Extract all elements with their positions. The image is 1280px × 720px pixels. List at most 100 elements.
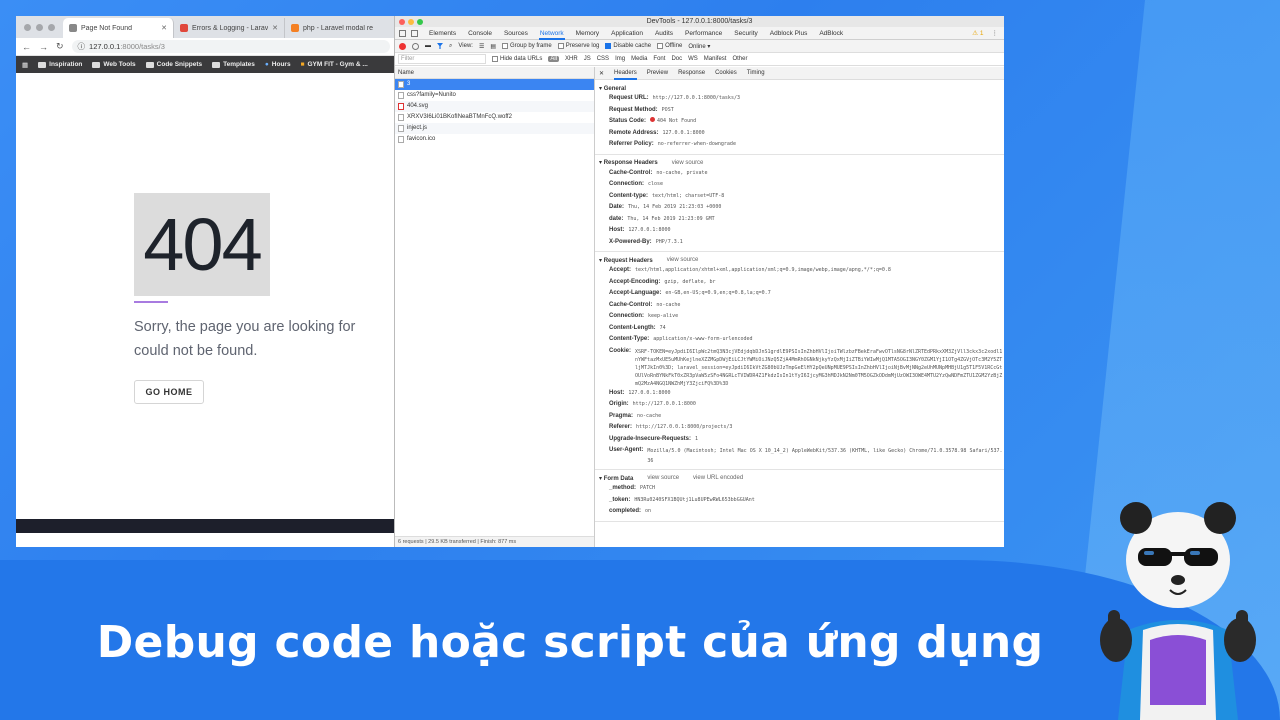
search-icon[interactable]: ⌕	[449, 43, 452, 50]
reload-icon[interactable]: ↻	[56, 41, 64, 52]
type-filter-manifest[interactable]: Manifest	[704, 56, 727, 62]
form-data-section: ▾ Form Data view source view URL encoded _…	[595, 470, 1004, 522]
devtools-title: DevTools - 127.0.0.1:8000/tasks/3	[646, 18, 753, 25]
close-icon[interactable]: ✕	[272, 24, 278, 32]
type-filter-ws[interactable]: WS	[688, 56, 698, 62]
details-tabs: ✕ Headers Preview Response Cookies Timin…	[595, 67, 1004, 80]
panel-sources[interactable]: Sources	[503, 27, 529, 40]
devtools-titlebar: DevTools - 127.0.0.1:8000/tasks/3	[395, 16, 1004, 27]
bookmark-inspiration[interactable]: Inspiration	[38, 61, 82, 68]
tab-php-laravel[interactable]: php - Laravel modal re	[285, 18, 396, 38]
panel-adblock[interactable]: AdBlock	[818, 27, 844, 40]
request-row[interactable]: 3	[395, 79, 594, 90]
tab-preview[interactable]: Preview	[647, 67, 668, 80]
headline-caption: Debug code hoặc script của ứng dụng	[96, 617, 1044, 668]
request-row[interactable]: css?family=Nunito	[395, 90, 594, 101]
request-row[interactable]: 404.svg	[395, 101, 594, 112]
disable-cache-checkbox[interactable]: Disable cache	[605, 43, 651, 49]
tab-headers[interactable]: Headers	[614, 67, 637, 80]
type-filter-all[interactable]: All	[548, 56, 560, 62]
group-by-frame-checkbox[interactable]: Group by frame	[502, 43, 552, 49]
general-section: ▾ General Request URL: http://127.0.0.1:8…	[595, 80, 1004, 155]
panel-elements[interactable]: Elements	[428, 27, 457, 40]
device-toggle-icon[interactable]	[411, 29, 418, 37]
tab-page-not-found[interactable]: Page Not Found ✕	[63, 18, 174, 38]
network-summary: 6 requests | 29.5 KB transferred | Finis…	[395, 536, 594, 547]
tab-response[interactable]: Response	[678, 67, 705, 80]
section-toggle[interactable]: ▾ Response Headers view source	[599, 158, 1004, 168]
panel-adblock-plus[interactable]: Adblock Plus	[769, 27, 809, 40]
clear-icon[interactable]	[412, 42, 419, 50]
panel-memory[interactable]: Memory	[575, 27, 600, 40]
list-view-icon[interactable]: ☰	[479, 43, 484, 50]
filter-icon[interactable]	[437, 43, 443, 49]
tab-errors-logging[interactable]: Errors & Logging - Laravel - Th ✕	[174, 18, 285, 38]
tab-favicon	[291, 24, 299, 32]
offline-checkbox[interactable]: Offline	[657, 43, 682, 49]
view-url-encoded-link[interactable]: view URL encoded	[693, 475, 743, 481]
request-row[interactable]: favicon.ico	[395, 134, 594, 145]
view-source-link[interactable]: view source	[672, 160, 704, 166]
view-source-link[interactable]: view source	[667, 257, 699, 263]
forward-icon[interactable]: →	[39, 42, 48, 52]
more-icon[interactable]: ⋮	[992, 29, 999, 37]
header-row: Content-Type: application/x-www-form-urle…	[609, 336, 753, 342]
panel-audits[interactable]: Audits	[654, 27, 674, 40]
folder-icon	[212, 61, 221, 68]
tab-bar: Page Not Found ✕ Errors & Logging - Lara…	[16, 16, 396, 38]
gym-icon: ■	[300, 61, 305, 68]
close-icon[interactable]: ✕	[161, 24, 167, 32]
bookmark-templates[interactable]: Templates	[212, 61, 255, 68]
section-toggle[interactable]: ▾ Form Data view source view URL encoded	[599, 473, 1004, 483]
filter-bar: Filter Hide data URLs All XHR JS CSS Img…	[395, 53, 1004, 66]
bookmark-web-tools[interactable]: Web Tools	[92, 61, 136, 68]
bookmark-hours[interactable]: ● Hours	[265, 61, 291, 68]
type-filter-media[interactable]: Media	[631, 56, 647, 62]
panel-console[interactable]: Console	[467, 27, 493, 40]
header-row: Cache-Control: no-cache, private	[609, 169, 708, 176]
warning-icon[interactable]: ⚠ 1	[972, 29, 983, 37]
header-row: Cache-Control: no-cache	[609, 301, 681, 308]
type-filter-img[interactable]: Img	[615, 56, 625, 62]
preserve-log-checkbox[interactable]: Preserve log	[557, 43, 599, 49]
camera-icon[interactable]: ▬	[425, 43, 431, 49]
section-toggle[interactable]: ▾ Request Headers view source	[599, 255, 1004, 265]
request-row[interactable]: XRXV3I6Li01BKofINeaBTMnFcQ.woff2	[395, 112, 594, 123]
back-icon[interactable]: ←	[22, 42, 31, 52]
type-filter-js[interactable]: JS	[584, 56, 591, 62]
window-controls[interactable]	[16, 23, 63, 31]
type-filter-other[interactable]: Other	[732, 56, 747, 62]
panel-network[interactable]: Network	[538, 27, 565, 40]
header-row: Request Method: POST	[609, 106, 674, 113]
bookmark-gym-fit[interactable]: ■ GYM FIT - Gym & ...	[301, 61, 368, 68]
panel-application[interactable]: Application	[610, 27, 644, 40]
type-filter-xhr[interactable]: XHR	[565, 56, 578, 62]
hide-data-urls-checkbox[interactable]: Hide data URLs	[492, 56, 542, 62]
view-source-link[interactable]: view source	[647, 475, 679, 481]
apps-icon[interactable]: ▦	[22, 61, 28, 69]
tab-favicon	[69, 24, 77, 32]
filter-input[interactable]: Filter	[398, 54, 486, 64]
header-row: Content-Length: 74	[609, 324, 666, 331]
request-row[interactable]: inject.js	[395, 123, 594, 134]
type-filter-font[interactable]: Font	[653, 56, 665, 62]
panel-performance[interactable]: Performance	[684, 27, 723, 40]
document-icon	[398, 136, 404, 143]
close-icon[interactable]: ✕	[599, 70, 604, 77]
type-filter-doc[interactable]: Doc	[671, 56, 682, 62]
inspect-icon[interactable]	[399, 29, 406, 37]
browser-window: Page Not Found ✕ Errors & Logging - Lara…	[16, 16, 396, 547]
record-icon[interactable]	[399, 42, 406, 50]
panel-security[interactable]: Security	[733, 27, 758, 40]
tab-cookies[interactable]: Cookies	[715, 67, 737, 80]
url-input[interactable]: ⓘ 127.0.0.1:8000/tasks/3	[71, 40, 390, 53]
header-row: Accept-Encoding: gzip, deflate, br	[609, 278, 716, 285]
throttling-select[interactable]: Online ▾	[688, 43, 710, 50]
name-column-header[interactable]: Name	[395, 67, 594, 79]
section-toggle[interactable]: ▾ General	[599, 83, 1004, 93]
type-filter-css[interactable]: CSS	[597, 56, 609, 62]
bookmark-code-snippets[interactable]: Code Snippets	[145, 61, 202, 68]
overview-icon[interactable]: ▤	[490, 43, 496, 50]
go-home-button[interactable]: GO HOME	[134, 380, 204, 404]
tab-timing[interactable]: Timing	[747, 67, 765, 80]
